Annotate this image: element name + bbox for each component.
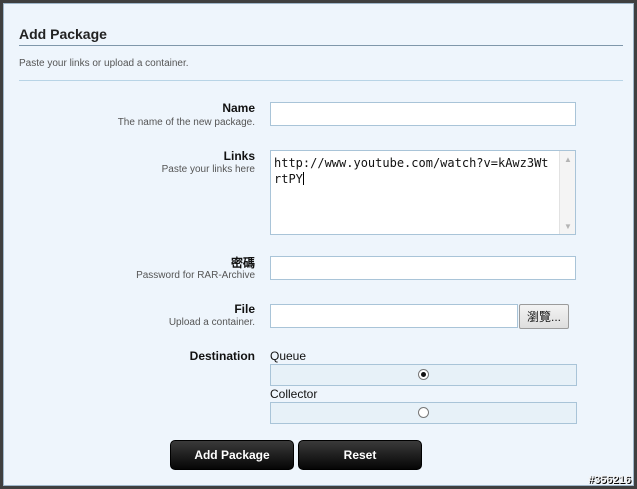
panel-title: Add Package xyxy=(19,26,107,42)
chevron-up-icon[interactable]: ▲ xyxy=(561,152,575,166)
file-description: Upload a container. xyxy=(168,317,255,328)
links-scrollbar[interactable]: ▲ ▼ xyxy=(559,151,575,234)
subtitle-divider xyxy=(19,80,623,81)
watermark: #356216 xyxy=(588,474,631,486)
file-input[interactable] xyxy=(270,304,518,328)
name-input[interactable] xyxy=(270,102,576,126)
text-caret xyxy=(302,172,304,185)
add-package-panel: Add Package Paste your links or upload a… xyxy=(3,3,634,486)
links-label: Links xyxy=(223,149,255,163)
queue-option-row[interactable] xyxy=(270,364,577,386)
reset-button[interactable]: Reset xyxy=(298,440,422,470)
links-textarea[interactable]: http://www.youtube.com/watch?v=kAwz3Wtrt… xyxy=(270,150,576,235)
queue-option-label: Queue xyxy=(270,349,307,363)
password-label: 密碼 xyxy=(230,256,255,270)
collector-radio[interactable] xyxy=(418,407,429,418)
add-package-button[interactable]: Add Package xyxy=(170,440,294,470)
browse-button[interactable]: 瀏覽... xyxy=(519,304,569,329)
queue-radio[interactable] xyxy=(418,369,429,380)
destination-label: Destination xyxy=(189,349,255,363)
links-value: http://www.youtube.com/watch?v=kAwz3Wtrt… xyxy=(274,156,549,186)
title-divider xyxy=(19,45,623,46)
links-description: Paste your links here xyxy=(161,164,255,175)
file-label: File xyxy=(234,302,255,316)
collector-option-row[interactable] xyxy=(270,402,577,424)
password-description: Password for RAR-Archive xyxy=(136,270,255,281)
password-input[interactable] xyxy=(270,256,576,280)
chevron-down-icon[interactable]: ▼ xyxy=(561,219,575,233)
collector-option-label: Collector xyxy=(270,387,318,401)
panel-subtitle: Paste your links or upload a container. xyxy=(19,58,189,69)
name-description: The name of the new package. xyxy=(117,117,255,128)
name-label: Name xyxy=(222,101,255,115)
